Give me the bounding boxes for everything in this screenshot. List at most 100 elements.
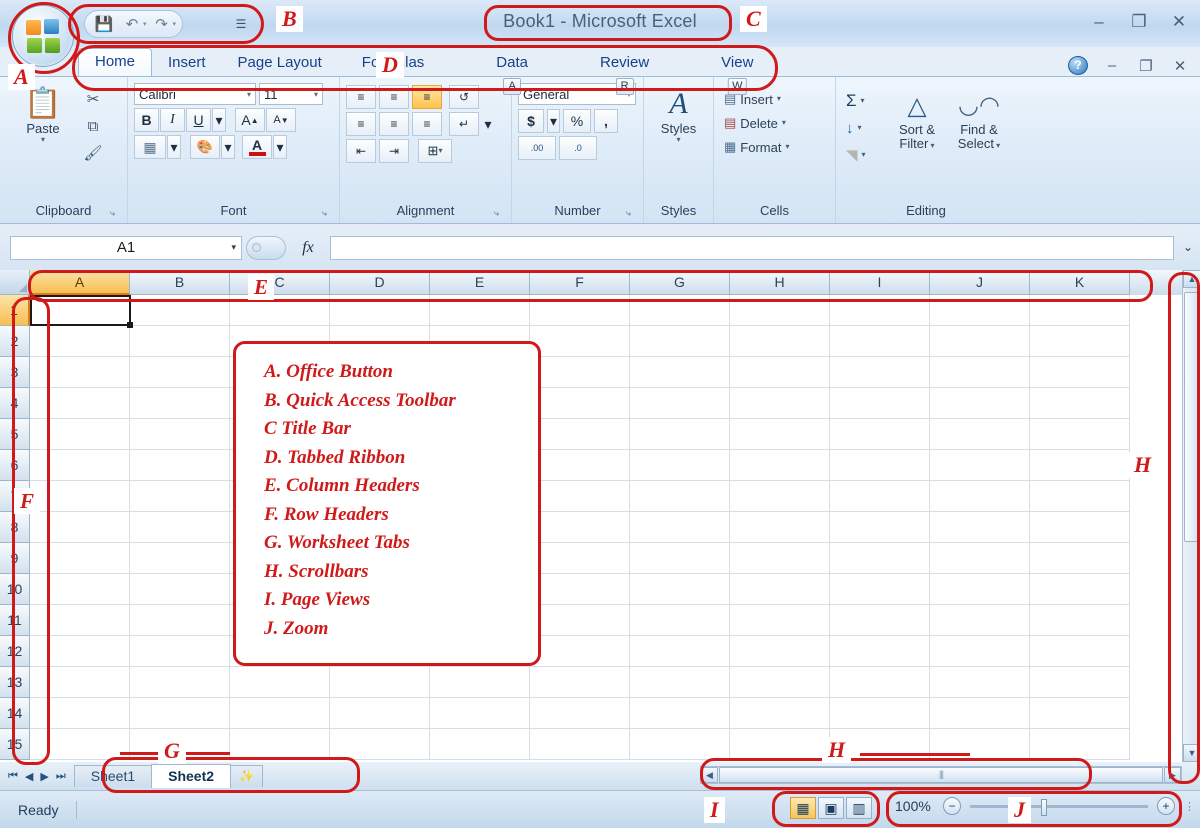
align-left-button[interactable]: ≡ (346, 112, 376, 136)
grid-cell-A7[interactable] (30, 481, 130, 512)
tab-data[interactable]: DataA (480, 51, 544, 77)
grid-cell-H1[interactable] (730, 295, 830, 326)
grid-cell-I14[interactable] (830, 698, 930, 729)
grid-cell-K1[interactable] (1030, 295, 1130, 326)
grid-cell-G6[interactable] (630, 450, 730, 481)
sheet-tab-sheet1[interactable]: Sheet1 (74, 765, 152, 787)
grid-cell-K12[interactable] (1030, 636, 1130, 667)
tab-home[interactable]: Home (78, 48, 152, 77)
grid-cell-F7[interactable] (530, 481, 630, 512)
grid-cell-G14[interactable] (630, 698, 730, 729)
select-all-corner[interactable] (0, 270, 30, 295)
grid-cell-J9[interactable] (930, 543, 1030, 574)
font-dialog-launcher-icon[interactable]: ⤷ (318, 207, 331, 220)
format-cells-caret-icon[interactable]: ▾ (785, 143, 789, 151)
active-cell-a1[interactable] (30, 295, 131, 326)
zoom-level-label[interactable]: 100% (895, 798, 943, 814)
prev-sheet-button[interactable]: ◀ (25, 770, 33, 783)
insert-function-button[interactable]: fx (286, 239, 330, 257)
page-break-preview-button[interactable]: ▥ (846, 797, 872, 819)
grid-cell-F4[interactable] (530, 388, 630, 419)
grid-cell-J3[interactable] (930, 357, 1030, 388)
grid-cell-D15[interactable] (330, 729, 430, 760)
row-header-3[interactable]: 3 (0, 357, 30, 388)
last-sheet-button[interactable]: ⏭ (56, 770, 66, 783)
grid-cell-A11[interactable] (30, 605, 130, 636)
grid-cell-A10[interactable] (30, 574, 130, 605)
expand-formula-bar-icon[interactable]: ⌄ (1179, 237, 1197, 257)
number-dialog-launcher-icon[interactable]: ⤷ (622, 207, 635, 220)
grid-cell-B12[interactable] (130, 636, 230, 667)
column-header-g[interactable]: G (630, 270, 730, 295)
grid-cell-C15[interactable] (230, 729, 330, 760)
grid-cell-F2[interactable] (530, 326, 630, 357)
row-header-2[interactable]: 2 (0, 326, 30, 357)
grid-cell-A13[interactable] (30, 667, 130, 698)
align-right-button[interactable]: ≡ (412, 112, 442, 136)
row-header-14[interactable]: 14 (0, 698, 30, 729)
grid-cell-D14[interactable] (330, 698, 430, 729)
align-middle-button[interactable]: ≡ (379, 85, 409, 109)
grid-cell-E13[interactable] (430, 667, 530, 698)
row-header-10[interactable]: 10 (0, 574, 30, 605)
merge-center-caret-icon[interactable]: ▾ (438, 147, 442, 155)
scroll-up-button[interactable]: ▲ (1183, 270, 1200, 288)
column-header-c[interactable]: C (230, 270, 330, 295)
grid-cell-H13[interactable] (730, 667, 830, 698)
grid-cell-J1[interactable] (930, 295, 1030, 326)
grid-cell-G3[interactable] (630, 357, 730, 388)
grid-cell-A4[interactable] (30, 388, 130, 419)
grid-cell-K4[interactable] (1030, 388, 1130, 419)
grid-cell-J11[interactable] (930, 605, 1030, 636)
styles-caret-icon[interactable]: ▾ (676, 136, 680, 144)
font-size-caret-icon[interactable]: ▾ (314, 90, 318, 99)
grid-cell-I5[interactable] (830, 419, 930, 450)
grid-cell-C13[interactable] (230, 667, 330, 698)
scroll-down-button[interactable]: ▼ (1183, 744, 1200, 762)
alignment-dialog-launcher-icon[interactable]: ⤷ (490, 207, 503, 220)
grid-cell-B3[interactable] (130, 357, 230, 388)
grid-cell-B13[interactable] (130, 667, 230, 698)
wrap-text-button[interactable]: ↵ (449, 112, 479, 136)
column-header-d[interactable]: D (330, 270, 430, 295)
grid-cell-G4[interactable] (630, 388, 730, 419)
grid-cell-J13[interactable] (930, 667, 1030, 698)
column-header-b[interactable]: B (130, 270, 230, 295)
grid-cell-J7[interactable] (930, 481, 1030, 512)
grid-cell-I8[interactable] (830, 512, 930, 543)
grid-cell-F11[interactable] (530, 605, 630, 636)
grid-cell-K6[interactable] (1030, 450, 1130, 481)
accounting-format-button[interactable]: $ (518, 109, 544, 133)
grid-cell-I7[interactable] (830, 481, 930, 512)
column-header-j[interactable]: J (930, 270, 1030, 295)
font-name-combo[interactable]: Calibri ▾ (134, 83, 256, 105)
grid-cell-F3[interactable] (530, 357, 630, 388)
copy-button[interactable]: ⧉ (80, 114, 106, 138)
grid-cell-J12[interactable] (930, 636, 1030, 667)
row-header-5[interactable]: 5 (0, 419, 30, 450)
grid-cell-B10[interactable] (130, 574, 230, 605)
grid-cell-D13[interactable] (330, 667, 430, 698)
merge-center-button[interactable]: ⊞▾ (418, 139, 452, 163)
tab-insert[interactable]: Insert (152, 51, 222, 77)
grid-cell-B11[interactable] (130, 605, 230, 636)
grow-font-button[interactable]: A▲ (235, 108, 265, 132)
vertical-scroll-thumb[interactable] (1184, 292, 1200, 542)
grid-cell-A14[interactable] (30, 698, 130, 729)
grid-cell-H7[interactable] (730, 481, 830, 512)
grid-cell-B9[interactable] (130, 543, 230, 574)
grid-cell-I2[interactable] (830, 326, 930, 357)
shrink-font-button[interactable]: A▼ (266, 108, 296, 132)
grid-cell-H12[interactable] (730, 636, 830, 667)
grid-cell-F6[interactable] (530, 450, 630, 481)
increase-indent-button[interactable]: ⇥ (379, 139, 409, 163)
format-painter-button[interactable]: 🖌 (80, 141, 106, 165)
fill-caret-icon[interactable]: ▾ (858, 124, 862, 132)
clear-button[interactable]: ◥ ▾ (846, 143, 886, 167)
grid-cell-A9[interactable] (30, 543, 130, 574)
wrap-text-caret-icon[interactable]: ▾ (482, 112, 494, 136)
grid-cell-I9[interactable] (830, 543, 930, 574)
grid-cell-A12[interactable] (30, 636, 130, 667)
percent-format-button[interactable]: % (563, 109, 591, 133)
grid-cell-J4[interactable] (930, 388, 1030, 419)
